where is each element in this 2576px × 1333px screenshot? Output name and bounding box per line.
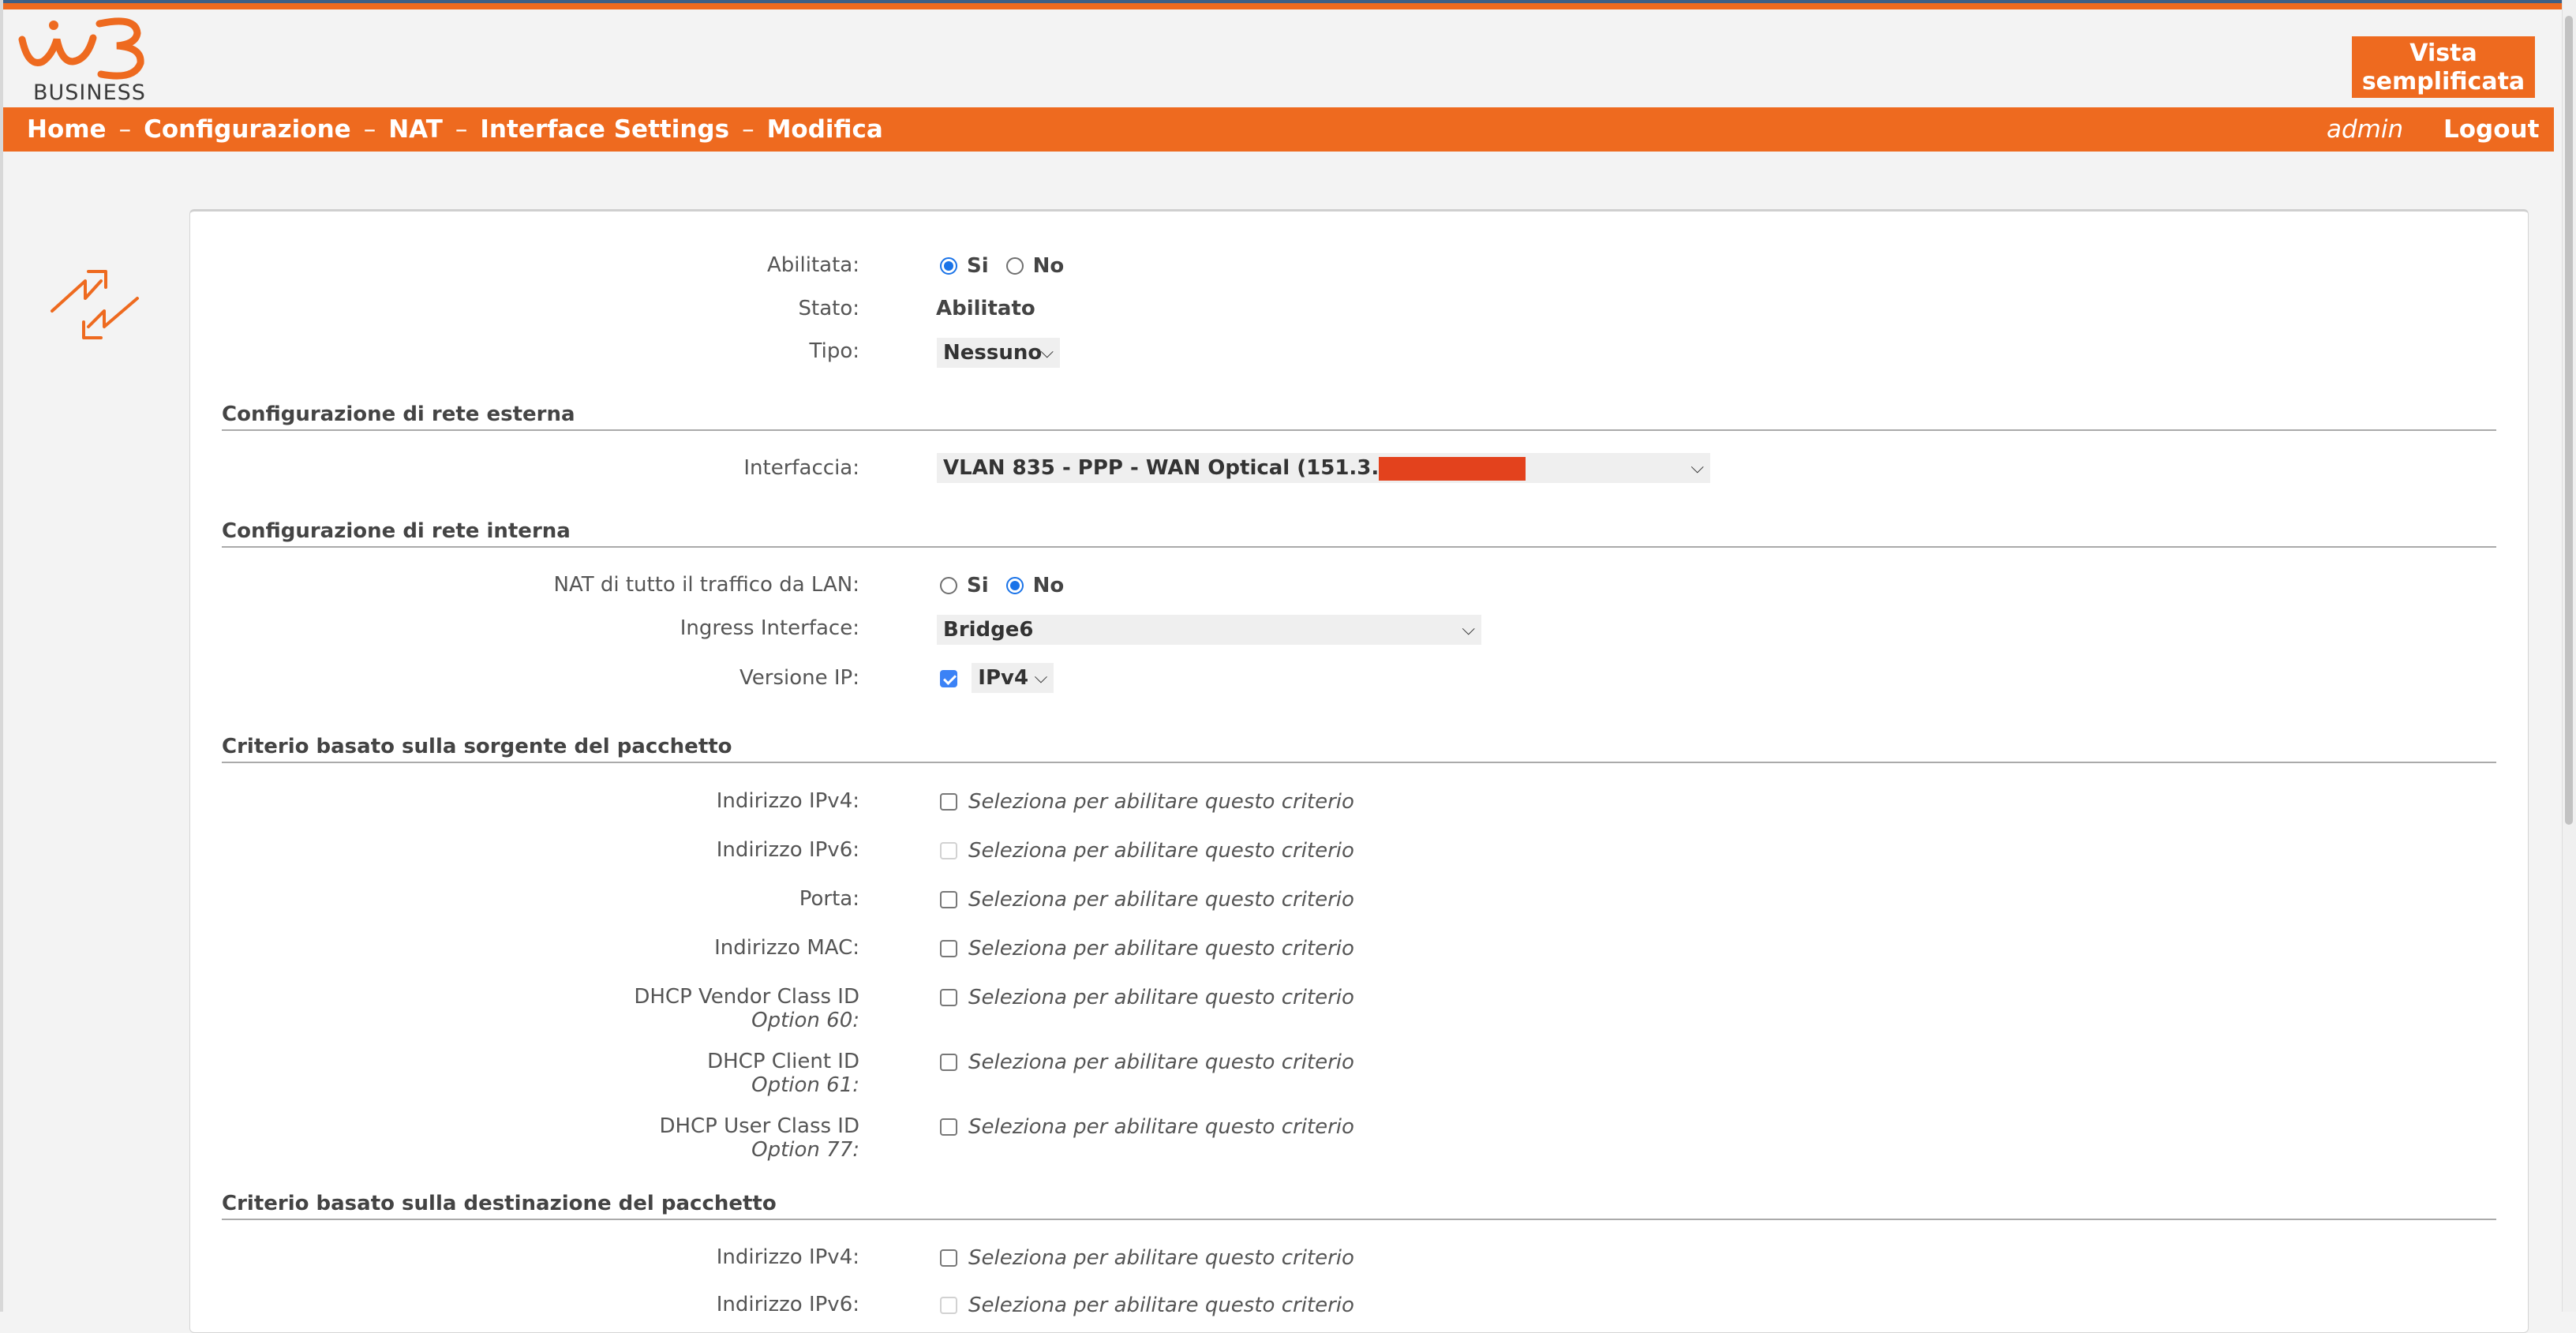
w3-business-logo[interactable]: BUSINESS bbox=[17, 16, 159, 105]
breadcrumb-interface-settings[interactable]: Interface Settings bbox=[480, 115, 729, 144]
source-ipv4-label: Indirizzo IPv4: bbox=[716, 789, 859, 813]
section-criterio-sorgente: Criterio basato sulla sorgente del pacch… bbox=[222, 735, 2496, 763]
top-stripe bbox=[0, 0, 2562, 9]
versione-ip-label: Versione IP: bbox=[739, 666, 859, 690]
criterio-hint: Seleziona per abilitare questo criterio bbox=[968, 1293, 1354, 1317]
section-rete-interna: Configurazione di rete interna bbox=[222, 519, 2496, 548]
criterio-hint: Seleziona per abilitare questo criterio bbox=[968, 1245, 1354, 1270]
nat-lan-no-label[interactable]: No bbox=[1033, 574, 1065, 597]
source-porta-label: Porta: bbox=[799, 887, 859, 911]
nat-lan-no-radio[interactable] bbox=[1005, 576, 1024, 594]
breadcrumb-separator: – bbox=[455, 115, 468, 144]
logout-link[interactable]: Logout bbox=[2443, 107, 2539, 152]
scrollbar-thumb[interactable] bbox=[2565, 16, 2573, 825]
chevron-down-icon: ⌵ bbox=[1040, 343, 1054, 362]
source-dhcp61-label: DHCP Client ID Option 61: bbox=[707, 1050, 859, 1097]
breadcrumb-modifica: Modifica bbox=[766, 115, 883, 144]
source-dhcp77-checkbox[interactable] bbox=[940, 1118, 957, 1136]
redacted-ip-block bbox=[1379, 456, 1526, 481]
versione-ip-select-value: IPv4 bbox=[978, 666, 1029, 690]
abilitata-label: Abilitata: bbox=[767, 253, 859, 277]
dhcp61-title: DHCP Client ID bbox=[707, 1050, 859, 1073]
dest-ipv4-checkbox[interactable] bbox=[940, 1249, 957, 1267]
logo-business-text: BUSINESS bbox=[33, 81, 146, 105]
chevron-down-icon: ⌵ bbox=[1034, 668, 1048, 687]
source-mac-label: Indirizzo MAC: bbox=[714, 936, 859, 960]
dhcp77-option: Option 77: bbox=[751, 1138, 859, 1162]
versione-ip-select[interactable]: IPv4 ⌵ bbox=[972, 663, 1054, 693]
source-mac-checkbox[interactable] bbox=[940, 939, 957, 957]
vista-semplificata-button[interactable]: Vista semplificata bbox=[2352, 36, 2535, 98]
dhcp60-option: Option 60: bbox=[751, 1009, 859, 1032]
dest-ipv6-label: Indirizzo IPv6: bbox=[716, 1293, 859, 1316]
dhcp77-title: DHCP User Class ID bbox=[659, 1114, 859, 1138]
breadcrumb-separator: – bbox=[118, 115, 132, 144]
stato-label: Stato: bbox=[798, 297, 860, 320]
source-dhcp61-checkbox[interactable] bbox=[940, 1053, 957, 1071]
nat-lan-label: NAT di tutto il traffico da LAN: bbox=[553, 573, 860, 597]
dhcp61-option: Option 61: bbox=[751, 1073, 859, 1097]
tipo-label: Tipo: bbox=[809, 339, 859, 363]
dest-ipv6-checkbox bbox=[940, 1296, 957, 1314]
criterio-hint: Seleziona per abilitare questo criterio bbox=[968, 838, 1354, 863]
section-rete-esterna: Configurazione di rete esterna bbox=[222, 403, 2496, 431]
tipo-select-value: Nessuno bbox=[943, 341, 1043, 365]
breadcrumb-home[interactable]: Home bbox=[27, 115, 107, 144]
user-name: admin bbox=[2327, 115, 2404, 144]
criterio-hint: Seleziona per abilitare questo criterio bbox=[968, 887, 1354, 912]
source-dhcp77-label: DHCP User Class ID Option 77: bbox=[659, 1114, 859, 1162]
ingress-interface-select[interactable]: Bridge6 ⌵ bbox=[937, 615, 1481, 645]
breadcrumb: Home – Configurazione – NAT – Interface … bbox=[27, 107, 883, 152]
breadcrumb-nat[interactable]: NAT bbox=[388, 115, 443, 144]
abilitata-si-label[interactable]: Si bbox=[967, 254, 989, 278]
w3-logo-mark bbox=[18, 17, 144, 80]
breadcrumb-separator: – bbox=[742, 115, 754, 144]
window-edge bbox=[0, 0, 3, 1312]
source-ipv4-checkbox[interactable] bbox=[940, 792, 957, 811]
abilitata-no-label[interactable]: No bbox=[1033, 254, 1065, 278]
breadcrumb-bar: Home – Configurazione – NAT – Interface … bbox=[3, 107, 2554, 152]
criterio-hint: Seleziona per abilitare questo criterio bbox=[968, 789, 1354, 814]
chevron-down-icon: ⌵ bbox=[1462, 620, 1475, 639]
section-criterio-destinazione: Criterio basato sulla destinazione del p… bbox=[222, 1192, 2496, 1220]
ingress-select-value: Bridge6 bbox=[943, 618, 1034, 642]
source-dhcp60-checkbox[interactable] bbox=[940, 988, 957, 1006]
chevron-down-icon: ⌵ bbox=[1690, 458, 1704, 477]
source-dhcp60-label: DHCP Vendor Class ID Option 60: bbox=[634, 985, 859, 1032]
breadcrumb-configurazione[interactable]: Configurazione bbox=[144, 115, 351, 144]
abilitata-no-radio[interactable] bbox=[1005, 256, 1024, 275]
abilitata-si-radio[interactable] bbox=[940, 256, 957, 275]
nat-lan-si-radio[interactable] bbox=[940, 576, 957, 594]
source-ipv6-label: Indirizzo IPv6: bbox=[716, 838, 859, 862]
nat-arrows-icon bbox=[51, 270, 139, 339]
interfaccia-label: Interfaccia: bbox=[743, 456, 859, 480]
versione-ip-checkbox[interactable] bbox=[940, 669, 957, 687]
source-porta-checkbox[interactable] bbox=[940, 890, 957, 908]
nat-lan-si-label[interactable]: Si bbox=[967, 574, 989, 597]
criterio-hint: Seleziona per abilitare questo criterio bbox=[968, 985, 1354, 1009]
interfaccia-select-value: VLAN 835 - PPP - WAN Optical (151.3. bbox=[943, 456, 1380, 480]
ingress-label: Ingress Interface: bbox=[680, 616, 859, 640]
tipo-select[interactable]: Nessuno ⌵ bbox=[937, 338, 1060, 368]
stato-value: Abilitato bbox=[936, 297, 1035, 320]
source-ipv6-checkbox bbox=[940, 841, 957, 859]
criterio-hint: Seleziona per abilitare questo criterio bbox=[968, 1050, 1354, 1074]
criterio-hint: Seleziona per abilitare questo criterio bbox=[968, 1114, 1354, 1139]
criterio-hint: Seleziona per abilitare questo criterio bbox=[968, 936, 1354, 960]
dest-ipv4-label: Indirizzo IPv4: bbox=[716, 1245, 859, 1269]
breadcrumb-separator: – bbox=[363, 115, 376, 144]
dhcp60-title: DHCP Vendor Class ID bbox=[634, 985, 859, 1009]
interfaccia-select[interactable]: VLAN 835 - PPP - WAN Optical (151.3. ⌵ bbox=[937, 453, 1710, 483]
nat-interface-form: Abilitata: Si No Stato: Abilitato Tipo: N… bbox=[189, 209, 2529, 1333]
